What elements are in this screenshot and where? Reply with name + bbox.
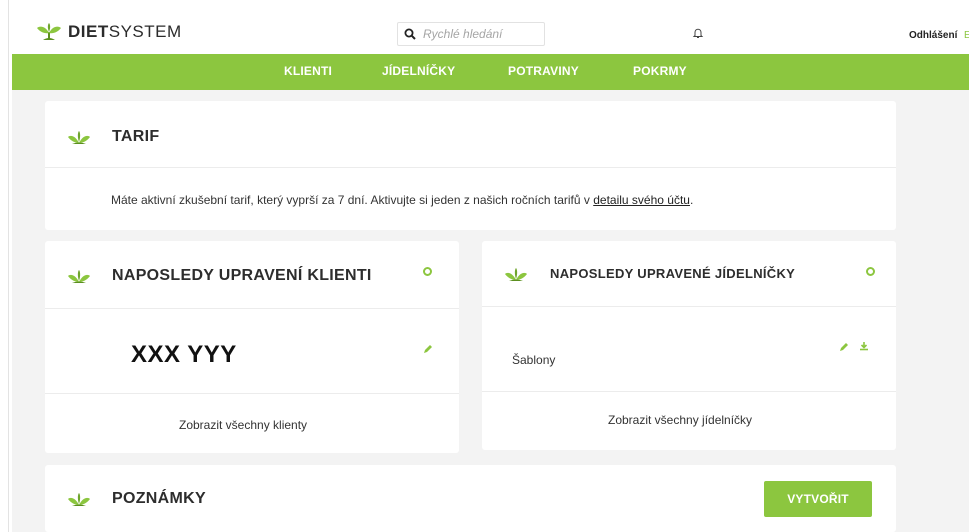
logout-suffix: E	[964, 30, 969, 41]
logo[interactable]: DIETSYSTEM	[36, 22, 182, 42]
divider	[45, 393, 459, 394]
search-input[interactable]	[423, 27, 533, 41]
sprout-icon	[68, 131, 90, 144]
recent-menus-card: NAPOSLEDY UPRAVENÉ JÍDELNÍČKY Šablony Zo…	[482, 241, 896, 450]
sprout-icon	[505, 268, 527, 281]
divider	[45, 167, 896, 168]
divider	[482, 306, 896, 307]
account-detail-link[interactable]: detailu svého účtu	[593, 193, 690, 207]
page-edge-line	[8, 0, 9, 532]
card-title: TARIF	[112, 128, 160, 145]
card-title: POZNÁMKY	[112, 490, 206, 507]
show-all-clients-link[interactable]: Zobrazit všechny klienty	[179, 418, 307, 432]
edit-pencil-icon[interactable]	[423, 344, 433, 354]
main-nav: KLIENTI JÍDELNÍČKY POTRAVINY POKRMY	[12, 54, 969, 90]
card-title: NAPOSLEDY UPRAVENÉ JÍDELNÍČKY	[550, 266, 796, 281]
tarif-card: TARIF Máte aktivní zkušební tarif, který…	[45, 101, 896, 230]
logout-link[interactable]: Odhlášení	[909, 30, 957, 41]
divider	[45, 308, 459, 309]
download-icon[interactable]	[859, 341, 869, 351]
notes-card: POZNÁMKY VYTVOŘIT	[45, 465, 896, 532]
top-bar: DIETSYSTEM Odhlášení E	[12, 0, 969, 54]
create-note-button[interactable]: VYTVOŘIT	[764, 481, 872, 517]
search-box[interactable]	[397, 22, 545, 46]
sprout-icon	[68, 493, 90, 506]
add-client-icon[interactable]	[423, 267, 432, 276]
tarif-text-end: .	[689, 193, 694, 207]
sprout-logo-icon	[37, 23, 61, 40]
bell-icon[interactable]	[692, 27, 704, 39]
add-menu-icon[interactable]	[866, 267, 875, 276]
recent-clients-card: NAPOSLEDY UPRAVENÍ KLIENTI XXX YYY Zobra…	[45, 241, 459, 453]
edit-pencil-icon[interactable]	[839, 342, 849, 352]
divider	[482, 391, 896, 392]
nav-item-jidelnicky[interactable]: JÍDELNÍČKY	[382, 64, 455, 78]
nav-item-klienti[interactable]: KLIENTI	[284, 64, 332, 78]
tarif-message: Máte aktivní zkušební tarif, který vyprš…	[111, 193, 693, 207]
logo-text: DIETSYSTEM	[68, 22, 182, 41]
search-icon	[404, 28, 416, 40]
dashboard-content: TARIF Máte aktivní zkušební tarif, který…	[12, 90, 969, 532]
show-all-menus-link[interactable]: Zobrazit všechny jídelníčky	[608, 413, 752, 427]
nav-item-pokrmy[interactable]: POKRMY	[633, 64, 687, 78]
menu-item-sablony[interactable]: Šablony	[512, 353, 555, 367]
client-name[interactable]: XXX YYY	[131, 341, 237, 369]
sprout-icon	[68, 270, 90, 283]
nav-item-potraviny[interactable]: POTRAVINY	[508, 64, 579, 78]
tarif-text: Máte aktivní zkušební tarif, který vyprš…	[111, 193, 590, 207]
card-title: NAPOSLEDY UPRAVENÍ KLIENTI	[112, 267, 372, 284]
